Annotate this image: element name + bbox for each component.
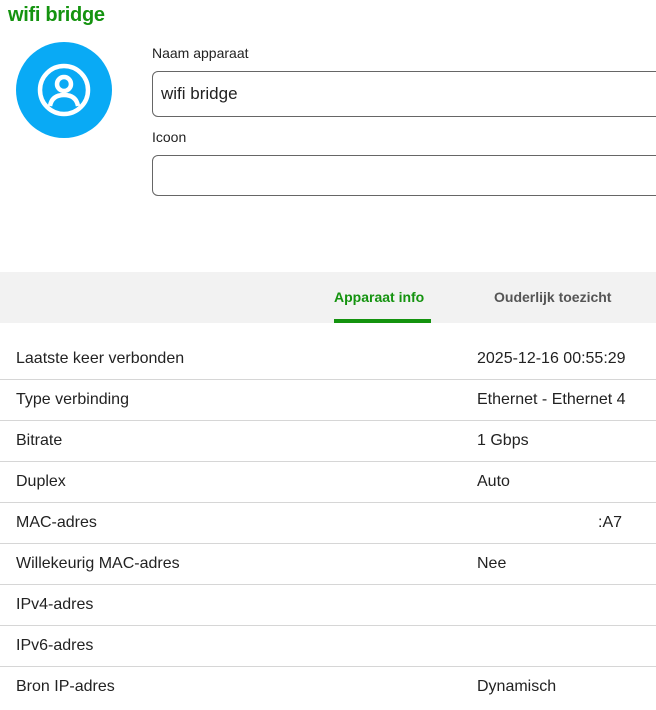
info-row-ipv4: IPv4-adres (0, 585, 656, 626)
info-row-bitrate: Bitrate 1 Gbps (0, 421, 656, 462)
active-tab-indicator (334, 319, 431, 323)
tab-ouderlijk-toezicht[interactable]: Ouderlijk toezicht (494, 289, 611, 305)
info-label: MAC-adres (16, 514, 97, 531)
info-value: :A7 (598, 514, 623, 531)
info-row-ipv6: IPv6-adres (0, 626, 656, 667)
info-label: Type verbinding (16, 391, 129, 408)
device-name-input[interactable] (152, 71, 656, 117)
device-avatar (16, 42, 112, 138)
info-value: 2025-12-16 00:55:29 (477, 350, 626, 367)
info-row-connection-type: Type verbinding Ethernet - Ethernet 4 (0, 380, 656, 421)
info-value: Auto (477, 473, 510, 490)
info-label: Laatste keer verbonden (16, 350, 185, 367)
page-title: wifi bridge (8, 4, 105, 26)
tab-apparaat-info[interactable]: Apparaat info (334, 289, 424, 305)
info-label: Bron IP-adres (16, 678, 115, 695)
info-label: IPv4-adres (16, 596, 94, 613)
info-row-ip-source: Bron IP-adres Dynamisch (0, 667, 656, 707)
info-label: Willekeurig MAC-adres (16, 555, 180, 572)
info-row-random-mac: Willekeurig MAC-adres Nee (0, 544, 656, 585)
info-value: Dynamisch (477, 678, 557, 695)
info-row-last-connected: Laatste keer verbonden 2025-12-16 00:55:2… (0, 339, 656, 380)
info-value: Ethernet - Ethernet 4 (477, 391, 626, 408)
device-name-label: Naam apparaat (152, 45, 249, 61)
info-label: Duplex (16, 473, 66, 490)
tab-bar: Apparaat info Ouderlijk toezicht (0, 272, 656, 323)
user-icon (37, 63, 91, 117)
info-value: 1 Gbps (477, 432, 529, 449)
icon-label: Icoon (152, 129, 187, 145)
info-value: Nee (477, 555, 507, 572)
info-row-duplex: Duplex Auto (0, 462, 656, 503)
info-row-mac: MAC-adres :A7 (0, 503, 656, 544)
icon-input[interactable] (152, 155, 656, 196)
info-label: IPv6-adres (16, 637, 94, 654)
device-info-list: Laatste keer verbonden 2025-12-16 00:55:2… (0, 339, 656, 707)
info-label: Bitrate (16, 432, 63, 449)
